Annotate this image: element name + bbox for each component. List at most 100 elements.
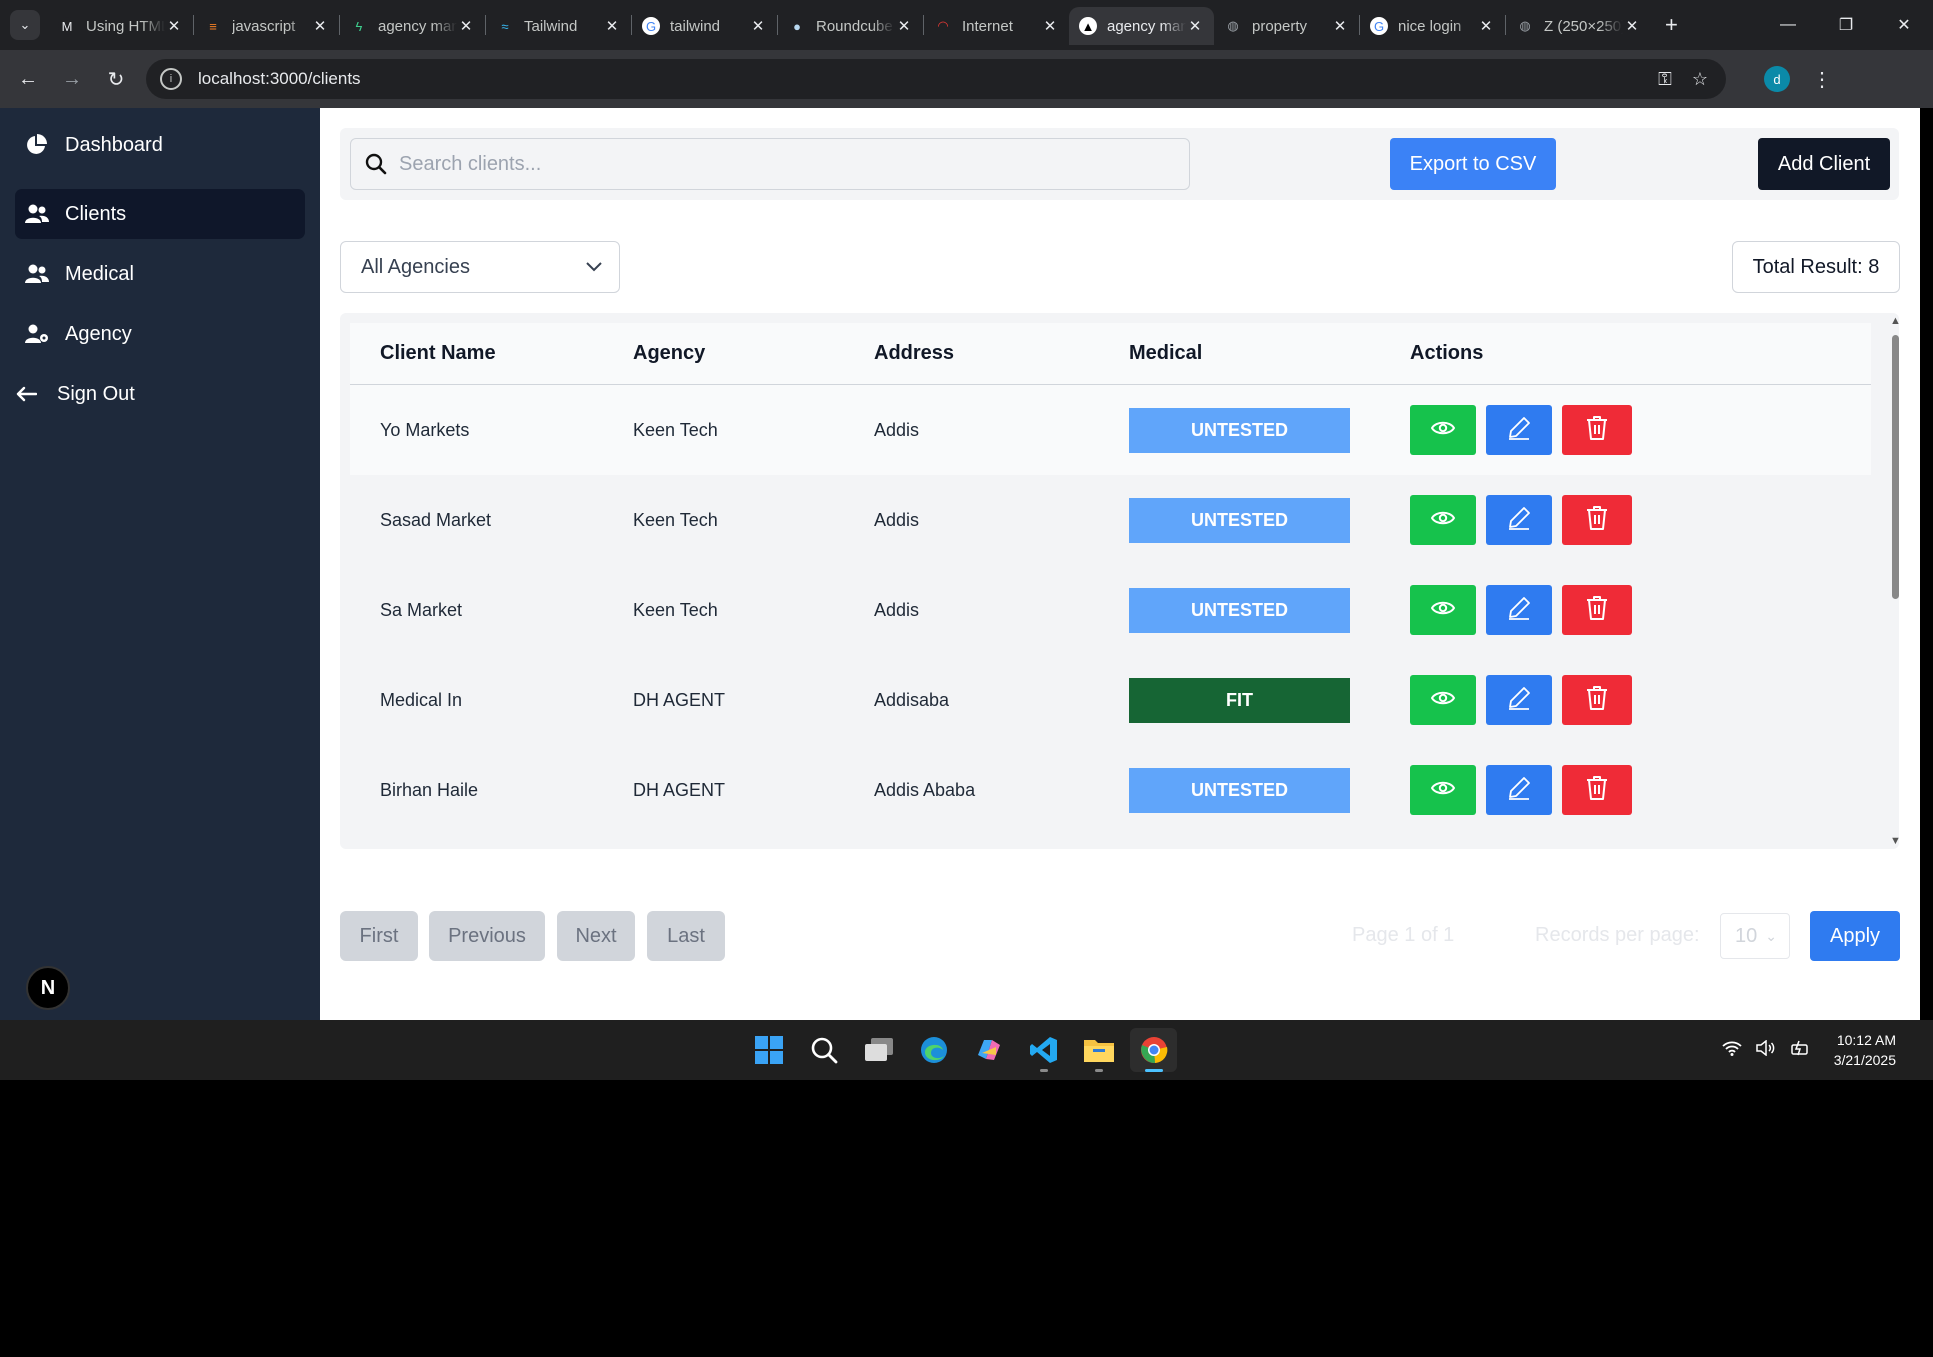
browser-tab[interactable]: ◍ Z (250×250) ✕ bbox=[1506, 7, 1651, 45]
copilot-icon[interactable] bbox=[965, 1028, 1012, 1072]
tab-title: Tailwind bbox=[524, 17, 578, 35]
edit-button[interactable] bbox=[1486, 675, 1552, 725]
browser-tab[interactable]: ● Roundcube ✕ bbox=[778, 7, 923, 45]
system-clock[interactable]: 10:12 AM 3/21/2025 bbox=[1826, 1030, 1896, 1070]
close-window-icon[interactable]: ✕ bbox=[1875, 0, 1933, 50]
browser-tab[interactable]: M Using HTML ✕ bbox=[48, 7, 193, 45]
table-scrollbar[interactable]: ▲ ▼ bbox=[1888, 313, 1902, 849]
delete-button[interactable] bbox=[1562, 495, 1632, 545]
edit-button[interactable] bbox=[1486, 405, 1552, 455]
edge-browser-icon[interactable] bbox=[910, 1028, 957, 1072]
total-result: Total Result: 8 bbox=[1732, 241, 1900, 293]
chrome-icon[interactable] bbox=[1130, 1028, 1177, 1072]
header-actions: Actions bbox=[1410, 342, 1484, 364]
screen-edge bbox=[1920, 108, 1933, 1357]
first-page-button[interactable]: First bbox=[340, 911, 418, 961]
view-button[interactable] bbox=[1410, 585, 1476, 635]
reload-icon[interactable]: ↻ bbox=[94, 67, 138, 92]
tab-close-icon[interactable]: ✕ bbox=[603, 17, 621, 35]
edit-button[interactable] bbox=[1486, 585, 1552, 635]
browser-tab[interactable]: ◍ property ✕ bbox=[1214, 7, 1359, 45]
sidebar-item-medical[interactable]: Medical bbox=[15, 249, 305, 299]
tab-title: property bbox=[1252, 17, 1308, 35]
sidebar-item-dashboard[interactable]: Dashboard bbox=[15, 120, 305, 170]
view-button[interactable] bbox=[1410, 495, 1476, 545]
view-button[interactable] bbox=[1410, 405, 1476, 455]
browser-menu-icon[interactable]: ⋮ bbox=[1812, 67, 1832, 92]
browser-tab[interactable]: Gtailwind ✕ bbox=[632, 7, 777, 45]
volume-icon[interactable] bbox=[1756, 1039, 1776, 1061]
agency-filter-select[interactable]: All Agencies bbox=[340, 241, 620, 293]
delete-button[interactable] bbox=[1562, 675, 1632, 725]
tab-close-icon[interactable]: ✕ bbox=[1477, 17, 1495, 35]
browser-tab[interactable]: ϟ agency management✕ bbox=[340, 7, 485, 45]
browser-tab[interactable]: Gnice login ✕ bbox=[1360, 7, 1505, 45]
minimize-icon[interactable]: — bbox=[1759, 0, 1817, 50]
previous-page-button[interactable]: Previous bbox=[429, 911, 545, 961]
last-page-button[interactable]: Last bbox=[647, 911, 725, 961]
tab-search-chevron-icon[interactable]: ⌄ bbox=[10, 10, 40, 40]
vscode-icon[interactable] bbox=[1020, 1028, 1067, 1072]
back-icon[interactable]: ← bbox=[6, 68, 50, 91]
pencil-icon bbox=[1506, 595, 1532, 626]
tab-close-icon[interactable]: ✕ bbox=[1186, 17, 1204, 35]
delete-button[interactable] bbox=[1562, 405, 1632, 455]
password-key-icon[interactable]: ⚿ bbox=[1658, 69, 1672, 90]
new-tab-button[interactable]: + bbox=[1665, 12, 1678, 38]
search-icon[interactable] bbox=[800, 1028, 847, 1072]
tab-close-icon[interactable]: ✕ bbox=[1041, 17, 1059, 35]
file-explorer-icon[interactable] bbox=[1075, 1028, 1122, 1072]
profile-avatar[interactable]: d bbox=[1764, 66, 1790, 92]
wifi-icon[interactable] bbox=[1722, 1040, 1742, 1061]
bookmark-star-icon[interactable]: ☆ bbox=[1692, 69, 1708, 90]
scrollbar-thumb[interactable] bbox=[1892, 335, 1899, 599]
nextjs-dev-badge[interactable]: N bbox=[26, 966, 70, 1010]
tab-title: Roundcube bbox=[816, 17, 893, 35]
tab-close-icon[interactable]: ✕ bbox=[1623, 17, 1641, 35]
sidebar-item-clients[interactable]: Clients bbox=[15, 189, 305, 239]
tab-close-icon[interactable]: ✕ bbox=[749, 17, 767, 35]
windows-start-icon[interactable] bbox=[745, 1028, 792, 1072]
browser-tab[interactable]: ≡ javascript ✕ bbox=[194, 7, 339, 45]
view-button[interactable] bbox=[1410, 765, 1476, 815]
tab-close-icon[interactable]: ✕ bbox=[1331, 17, 1349, 35]
search-input[interactable] bbox=[399, 152, 1159, 176]
address-bar[interactable]: i localhost:3000/clients ⚿ ☆ bbox=[146, 59, 1726, 99]
sidebar-item-agency[interactable]: Agency bbox=[15, 309, 305, 359]
view-button[interactable] bbox=[1410, 675, 1476, 725]
delete-button[interactable] bbox=[1562, 765, 1632, 815]
sidebar-item-sign-out[interactable]: Sign Out bbox=[5, 369, 295, 419]
google-icon: G bbox=[1370, 17, 1388, 35]
delete-button[interactable] bbox=[1562, 585, 1632, 635]
client-name-cell: Sa Market bbox=[380, 599, 463, 620]
restore-icon[interactable]: ❐ bbox=[1817, 0, 1875, 50]
scroll-down-icon[interactable]: ▼ bbox=[1890, 835, 1901, 847]
forward-icon[interactable]: → bbox=[50, 68, 94, 91]
agency-cell: Keen Tech bbox=[633, 509, 718, 530]
task-view-icon[interactable] bbox=[855, 1028, 902, 1072]
export-csv-button[interactable]: Export to CSV bbox=[1390, 138, 1556, 190]
edit-button[interactable] bbox=[1486, 495, 1552, 545]
address-cell: Addis bbox=[874, 599, 920, 620]
edit-button[interactable] bbox=[1486, 765, 1552, 815]
tab-close-icon[interactable]: ✕ bbox=[165, 17, 183, 35]
users-icon bbox=[25, 204, 53, 224]
tab-close-icon[interactable]: ✕ bbox=[895, 17, 913, 35]
add-client-button[interactable]: Add Client bbox=[1758, 138, 1890, 190]
apply-button[interactable]: Apply bbox=[1810, 911, 1900, 961]
site-info-icon[interactable]: i bbox=[160, 68, 182, 90]
sidebar-item-label: Agency bbox=[65, 322, 132, 345]
address-cell: Addis bbox=[874, 509, 920, 530]
tab-close-icon[interactable]: ✕ bbox=[311, 17, 329, 35]
scroll-up-icon[interactable]: ▲ bbox=[1890, 315, 1901, 327]
battery-icon[interactable] bbox=[1790, 1040, 1810, 1061]
header-medical: Medical bbox=[1129, 342, 1203, 364]
browser-tab[interactable]: ≈ Tailwind ✕ bbox=[486, 7, 631, 45]
tab-close-icon[interactable]: ✕ bbox=[457, 17, 475, 35]
tab-title: nice login bbox=[1398, 17, 1462, 35]
records-per-page-select[interactable]: 10 ⌄ bbox=[1720, 913, 1790, 959]
browser-tab[interactable]: ◠ Internet ✕ bbox=[924, 7, 1069, 45]
next-page-button[interactable]: Next bbox=[557, 911, 635, 961]
browser-tab[interactable]: ▲ agency management✕ bbox=[1069, 7, 1214, 45]
bolt-icon: ϟ bbox=[355, 18, 363, 34]
